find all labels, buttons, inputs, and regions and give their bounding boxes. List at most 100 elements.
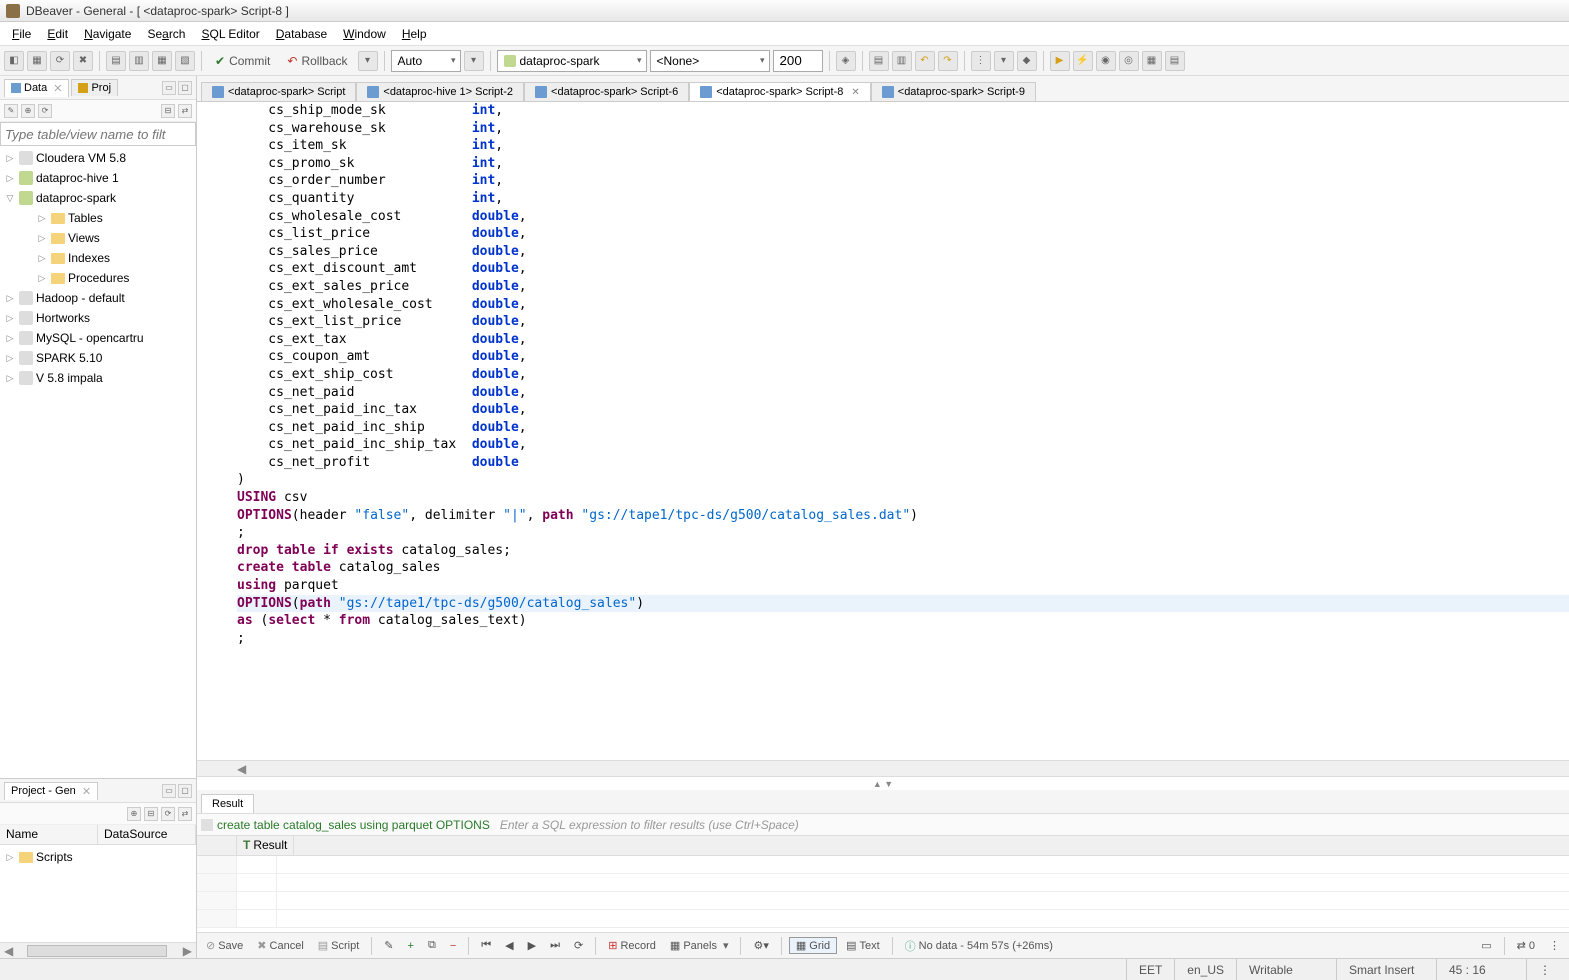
tree-item-v-5-8-impala[interactable]: ▷V 5.8 impala [0, 368, 196, 388]
duplicate-row-button[interactable]: ⧉ [423, 937, 441, 954]
maximize-results-button[interactable]: ▭ [1476, 937, 1496, 954]
toolbar-button[interactable]: ◈ [836, 51, 856, 71]
expand-arrow[interactable]: ▷ [4, 153, 16, 164]
nav-toolbar-button[interactable]: ⊕ [21, 104, 35, 118]
delete-row-button[interactable]: − [445, 938, 461, 954]
menu-navigate[interactable]: Navigate [76, 25, 139, 43]
code-line[interactable]: cs_ext_discount_amt double, [237, 260, 1569, 278]
collapse-all-button[interactable]: ⊟ [161, 104, 175, 118]
refresh-button[interactable]: ⟳ [50, 51, 70, 71]
grid-row[interactable] [197, 874, 1569, 892]
code-line[interactable]: cs_net_paid double, [237, 384, 1569, 402]
menu-button[interactable]: ⋮ [1544, 937, 1565, 954]
menu-edit[interactable]: Edit [39, 25, 76, 43]
grid-row[interactable] [197, 910, 1569, 928]
nav-toolbar-button[interactable]: ⟳ [38, 104, 52, 118]
tab-database-navigator[interactable]: Data✕ [4, 79, 69, 97]
project-toolbar-button[interactable]: ⇄ [178, 807, 192, 821]
code-line[interactable]: ; [237, 524, 1569, 542]
toolbar-button[interactable]: ⋮ [971, 51, 991, 71]
col-name[interactable]: Name [0, 825, 98, 844]
tree-item-dataproc-spark[interactable]: ▽dataproc-spark [0, 188, 196, 208]
execute-button[interactable]: ▶ [1050, 51, 1070, 71]
minimize-button[interactable]: ▭ [162, 784, 176, 798]
code-line[interactable]: cs_sales_price double, [237, 243, 1569, 261]
grid-row[interactable] [197, 856, 1569, 874]
new-connection-button[interactable]: ◧ [4, 51, 24, 71]
sql-editor-button[interactable]: ▤ [106, 51, 126, 71]
tx-mode-button[interactable]: ▾ [464, 51, 484, 71]
expand-arrow[interactable]: ▷ [36, 213, 48, 224]
code-line[interactable]: cs_ship_mode_sk int, [237, 102, 1569, 120]
project-tree[interactable]: ▷ Scripts [0, 845, 196, 942]
grid-col-header[interactable]: TResult [237, 836, 294, 855]
code-line[interactable]: cs_net_paid_inc_ship double, [237, 419, 1569, 437]
code-line[interactable]: cs_coupon_amt double, [237, 348, 1569, 366]
code-line[interactable]: create table catalog_sales [237, 559, 1569, 577]
save-button[interactable]: ⊘Save [201, 937, 248, 954]
toolbar-button[interactable]: ▧ [175, 51, 195, 71]
tree-item-spark-5-10[interactable]: ▷SPARK 5.10 [0, 348, 196, 368]
editor-tab[interactable]: <dataproc-hive 1> Script-2 [356, 82, 524, 101]
expand-arrow[interactable]: ▷ [4, 293, 16, 304]
grid-view-button[interactable]: ▦Grid [789, 937, 837, 954]
database-navigator-tree[interactable]: ▷Cloudera VM 5.8▷dataproc-hive 1▽datapro… [0, 146, 196, 778]
menu-database[interactable]: Database [268, 25, 335, 43]
project-item-scripts[interactable]: ▷ Scripts [0, 847, 196, 867]
edit-button[interactable]: ✎ [379, 937, 398, 954]
tree-item-cloudera-vm-5-8[interactable]: ▷Cloudera VM 5.8 [0, 148, 196, 168]
expand-arrow[interactable]: ▷ [4, 173, 16, 184]
expand-arrow[interactable]: ▷ [4, 852, 16, 863]
first-page-button[interactable]: ⏮ [476, 937, 496, 954]
sql-script-button[interactable]: ▥ [129, 51, 149, 71]
expand-arrow[interactable]: ▷ [4, 333, 16, 344]
last-page-button[interactable]: ⏭ [545, 937, 565, 954]
nav-toolbar-button[interactable]: ✎ [4, 104, 18, 118]
script-button[interactable]: ▤Script [313, 937, 365, 954]
toolbar-button[interactable]: ◉ [1096, 51, 1116, 71]
menu-file[interactable]: File [4, 25, 39, 43]
disconnect-button[interactable]: ✖ [73, 51, 93, 71]
code-line[interactable]: using parquet [237, 577, 1569, 595]
expand-arrow[interactable]: ▷ [4, 373, 16, 384]
close-icon[interactable]: ✕ [851, 87, 859, 98]
minimize-button[interactable]: ▭ [162, 81, 176, 95]
code-line[interactable]: OPTIONS(path "gs://tape1/tpc-ds/g500/cat… [237, 595, 1569, 613]
menu-window[interactable]: Window [335, 25, 394, 43]
close-icon[interactable]: ✕ [53, 82, 62, 95]
add-row-button[interactable]: + [403, 938, 419, 954]
status-menu[interactable]: ⋮ [1526, 959, 1563, 980]
expand-arrow[interactable]: ▷ [4, 353, 16, 364]
code-line[interactable]: cs_quantity int, [237, 190, 1569, 208]
filter-expression-input[interactable]: Enter a SQL expression to filter results… [494, 818, 1565, 832]
next-page-button[interactable]: ▶ [523, 937, 541, 954]
toolbar-button[interactable]: ▾ [994, 51, 1014, 71]
redo-button[interactable]: ↷ [938, 51, 958, 71]
code-line[interactable]: cs_item_sk int, [237, 137, 1569, 155]
toolbar-button[interactable]: ◎ [1119, 51, 1139, 71]
code-line[interactable]: cs_list_price double, [237, 225, 1569, 243]
editor-tab[interactable]: <dataproc-spark> Script-9 [871, 82, 1036, 101]
tree-item-tables[interactable]: ▷Tables [0, 208, 196, 228]
col-datasource[interactable]: DataSource [98, 825, 196, 844]
editor-tab[interactable]: <dataproc-spark> Script-6 [524, 82, 689, 101]
code-line[interactable]: ) [237, 471, 1569, 489]
execute-script-button[interactable]: ⚡ [1073, 51, 1093, 71]
sql-editor[interactable]: cs_ship_mode_sk int, cs_warehouse_sk int… [197, 102, 1569, 760]
schema-dropdown[interactable]: <None> [650, 50, 770, 72]
code-line[interactable]: cs_warehouse_sk int, [237, 120, 1569, 138]
code-line[interactable]: cs_ext_wholesale_cost double, [237, 296, 1569, 314]
tree-item-mysql-opencartru[interactable]: ▷MySQL - opencartru [0, 328, 196, 348]
code-line[interactable]: cs_ext_tax double, [237, 331, 1569, 349]
project-toolbar-button[interactable]: ⊟ [144, 807, 158, 821]
connection-dropdown[interactable]: dataproc-spark [497, 50, 647, 72]
code-line[interactable]: cs_promo_sk int, [237, 155, 1569, 173]
fetch-all-button[interactable]: ⟳ [569, 937, 588, 954]
code-line[interactable]: OPTIONS(header "false", delimiter "|", p… [237, 507, 1569, 525]
tab-projects[interactable]: Proj [71, 79, 118, 96]
sash-handle[interactable]: ▲ ▼ [197, 776, 1569, 790]
toolbar-button[interactable]: ▦ [152, 51, 172, 71]
toolbar-button[interactable]: ▦ [1142, 51, 1162, 71]
result-grid[interactable]: TResult [197, 836, 1569, 932]
code-line[interactable]: cs_ext_list_price double, [237, 313, 1569, 331]
